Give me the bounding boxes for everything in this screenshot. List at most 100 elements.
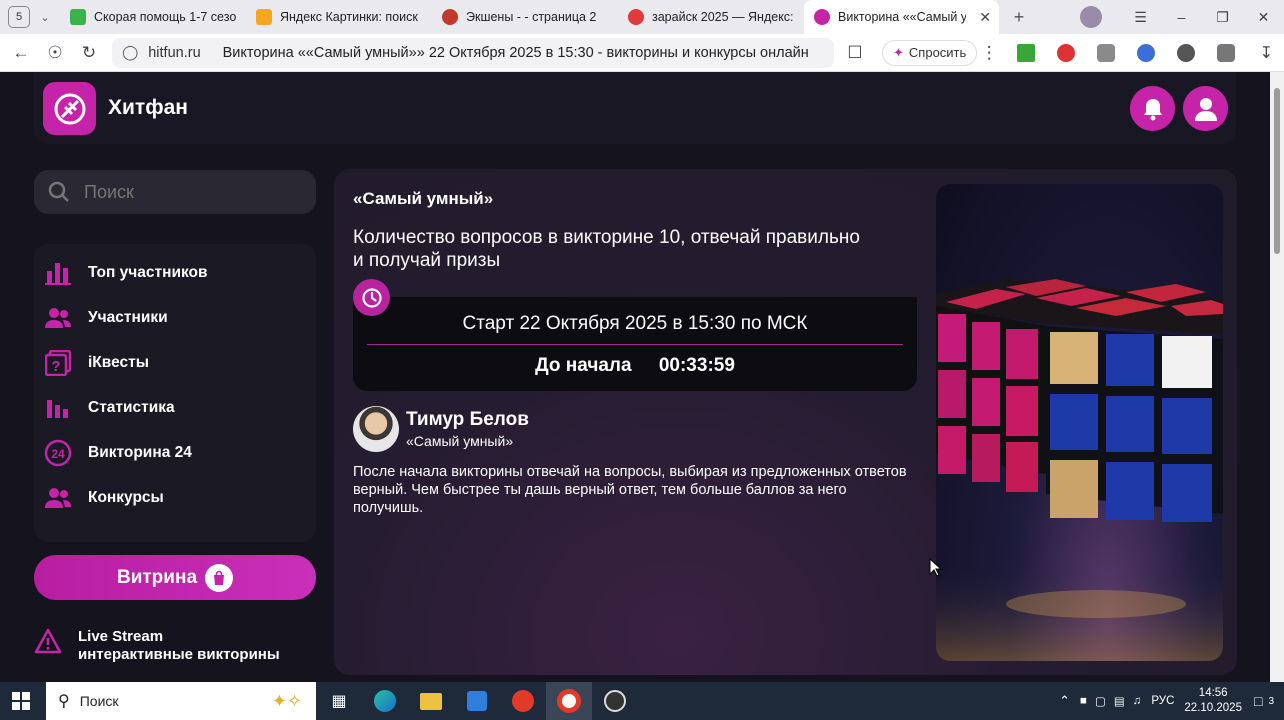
tab-label: Экшены - - страница 2 [466, 10, 597, 24]
profile-button[interactable] [1183, 86, 1228, 131]
windows-taskbar: ⚲ Поиск ✦✧ ▦ ⌃ ■ ▢ ▤ ♫ РУС 14:56 22.10.2… [0, 682, 1284, 720]
tab-favicon-icon [628, 9, 644, 25]
system-tray: ⌃ ■ ▢ ▤ ♫ РУС 14:56 22.10.2025 □ 3 [1059, 682, 1284, 720]
chevron-up-icon[interactable]: ⌃ [1059, 693, 1070, 709]
close-window-icon[interactable]: ✕ [1243, 9, 1284, 26]
tab-label: Скорая помощь 1-7 сезон [94, 10, 236, 24]
close-tab-icon[interactable]: ✕ [979, 9, 991, 26]
yandex-browser-icon[interactable] [546, 682, 592, 720]
yandex-home-icon[interactable]: ☉ [38, 43, 72, 63]
minimize-icon[interactable]: – [1161, 9, 1202, 25]
image-ext-icon[interactable] [1091, 43, 1121, 63]
sidebar-item-top[interactable]: Топ участников [44, 258, 208, 288]
edge-icon[interactable] [362, 682, 408, 720]
stats-icon [44, 394, 72, 422]
menu-icon[interactable]: ☰ [1120, 9, 1161, 26]
sidebar-item-quiz24[interactable]: 24 Викторина 24 [44, 438, 192, 468]
search-icon: ⚲ [58, 693, 70, 710]
users-icon [44, 304, 72, 332]
browser-tab[interactable]: Скорая помощь 1-7 сезон [60, 0, 246, 34]
user-icon [1194, 97, 1217, 121]
downloads-icon[interactable]: ↧ [1251, 43, 1281, 63]
countdown-label: До начала [535, 355, 632, 376]
reload-icon[interactable]: ↻ [72, 43, 106, 63]
rubiks-cube-illustration [936, 279, 1223, 661]
file-explorer-icon[interactable] [408, 682, 454, 720]
recorder-icon[interactable] [592, 682, 638, 720]
mouse-cursor-icon [929, 558, 943, 577]
notifications-icon[interactable]: □ [1254, 693, 1262, 709]
adguard-icon[interactable] [1051, 43, 1081, 63]
browser-tab[interactable]: Экшены - - страница 2 [432, 0, 618, 34]
taskbar-search-placeholder: Поиск [79, 693, 119, 709]
cube-front-left-face [938, 314, 1038, 492]
quiz-start-time: Старт 22 Октября 2025 в 15:30 по МСК [462, 313, 808, 334]
page-viewport: Хитфан Поиск Топ участников Участники ? … [0, 72, 1270, 682]
search-placeholder: Поиск [84, 181, 134, 202]
tab-favicon-icon [256, 9, 272, 25]
tab-count-button[interactable]: 5 [8, 6, 30, 28]
extensions-icon[interactable] [1211, 43, 1241, 63]
shopping-bag-icon [205, 563, 234, 592]
tray-app-icon[interactable]: ■ [1080, 695, 1087, 707]
yandex-app-icon[interactable] [500, 682, 546, 720]
url-field[interactable]: ◯ hitfun.ru Викторина ««Самый умный»» 22… [112, 37, 834, 68]
sidebar-item-label: iКвесты [88, 354, 149, 371]
browser-tab-bar: 5 ⌄ Скорая помощь 1-7 сезон Яндекс Карти… [0, 0, 1284, 34]
translate-ext-icon[interactable] [1131, 43, 1161, 63]
media-ext-icon[interactable] [1171, 43, 1201, 63]
windows-start-icon[interactable] [12, 692, 30, 715]
network-icon[interactable]: ▤ [1114, 694, 1125, 708]
live-title: Live Stream [78, 628, 164, 645]
notification-count: 3 [1268, 695, 1274, 707]
sidebar-item-iquests[interactable]: ? iКвесты [44, 348, 149, 378]
sparkle-icon: ✦✧ [271, 690, 302, 711]
browser-tab[interactable]: зарайск 2025 — Яндекс: нашлось [618, 0, 804, 34]
page-scrollbar[interactable] [1270, 72, 1284, 682]
taskbar-date: 22.10.2025 [1184, 702, 1242, 714]
quiz-host[interactable]: Тимур Белов «Самый умный» [353, 406, 529, 452]
users-icon [44, 484, 72, 512]
volume-icon[interactable]: ♫ [1133, 695, 1142, 707]
ask-label: Спросить [908, 45, 967, 60]
ask-button[interactable]: ✦ Спросить [882, 39, 978, 66]
ai-icon: ✦ [893, 44, 904, 60]
sidebar-item-label: Викторина 24 [88, 444, 192, 461]
taskbar-search[interactable]: ⚲ Поиск ✦✧ [46, 682, 316, 720]
more-icon[interactable]: ⋮ [977, 43, 1001, 63]
tab-label: Яндекс Картинки: поиск [280, 10, 418, 24]
download-ext-icon[interactable] [1011, 43, 1041, 63]
url-host: hitfun.ru [148, 44, 201, 61]
language-indicator[interactable]: РУС [1151, 695, 1174, 707]
question-icon: ? [44, 349, 72, 377]
tab-list-chevron-icon[interactable]: ⌄ [30, 11, 60, 24]
clock-24-icon: 24 [44, 439, 72, 467]
restore-icon[interactable]: ❐ [1202, 9, 1243, 26]
scrollbar-thumb[interactable] [1274, 88, 1280, 254]
tray-app-icon[interactable]: ▢ [1095, 694, 1106, 708]
divider [367, 344, 903, 345]
sidebar-item-stats[interactable]: Статистика [44, 393, 175, 423]
store-icon[interactable] [454, 682, 500, 720]
vitrina-button[interactable]: Витрина [34, 555, 316, 600]
new-tab-button[interactable]: + [1005, 3, 1033, 31]
quiz-description: Количество вопросов в викторине 10, отве… [353, 227, 860, 271]
live-stream-link[interactable]: Live Stream интерактивные викторины [34, 628, 280, 664]
site-search[interactable]: Поиск [34, 170, 316, 214]
tab-label: Викторина ««Самый умный»» [838, 10, 966, 24]
bell-icon [1143, 98, 1162, 120]
back-icon[interactable]: ← [4, 43, 38, 63]
taskbar-clock[interactable]: 14:56 22.10.2025 [1184, 686, 1242, 716]
task-view-icon[interactable]: ▦ [316, 682, 362, 720]
site-logo[interactable] [43, 82, 96, 135]
browser-tab-active[interactable]: Викторина ««Самый умный»» ✕ [804, 0, 999, 34]
live-subtitle: интерактивные викторины [78, 646, 280, 663]
profile-avatar[interactable] [1080, 6, 1102, 28]
sidebar-item-contests[interactable]: Конкурсы [44, 483, 164, 513]
sidebar-item-participants[interactable]: Участники [44, 303, 168, 333]
notifications-button[interactable] [1130, 86, 1175, 131]
bookmark-icon[interactable]: ☐ [838, 43, 872, 63]
browser-tab[interactable]: Яндекс Картинки: поиск [246, 0, 432, 34]
brand-name[interactable]: Хитфан [108, 96, 188, 120]
address-bar: ← ☉ ↻ ◯ hitfun.ru Викторина ««Самый умны… [0, 34, 1284, 72]
